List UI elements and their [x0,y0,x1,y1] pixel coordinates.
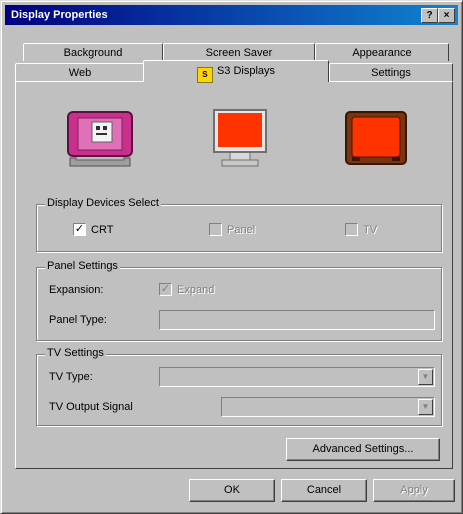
window-title: Display Properties [11,9,108,21]
help-button[interactable]: ? [421,8,438,23]
tv-display-icon[interactable] [344,108,408,171]
title-bar: Display Properties ? × [5,5,458,25]
tv-output-signal-dropdown[interactable]: ▼ [221,397,435,417]
tab-screen-saver[interactable]: Screen Saver [163,43,315,61]
close-button[interactable]: × [438,8,455,23]
display-devices-group: Display Devices Select ✓ CRT Panel TV [36,197,442,252]
tab-s3-displays-label: S3 Displays [216,65,276,77]
tab-strip: Background Screen Saver Appearance Web S… [15,35,455,85]
display-devices-label: Display Devices Select [45,197,161,209]
panel-display-icon[interactable] [212,108,268,171]
apply-button[interactable]: Apply [373,479,455,502]
crt-label: CRT [91,224,114,236]
tab-settings[interactable]: Settings [329,63,453,81]
panel-type-label: Panel Type: [49,314,107,326]
cancel-button[interactable]: Cancel [281,479,367,502]
panel-type-field[interactable] [159,310,435,330]
crt-checkbox[interactable]: ✓ [73,223,86,236]
tab-web[interactable]: Web [15,63,145,81]
tv-output-signal-label: TV Output Signal [49,401,133,413]
tv-type-label: TV Type: [49,371,93,383]
tv-label: TV [363,224,378,236]
panel-settings-group: Panel Settings Expansion: ✓ Expand Panel… [36,260,442,341]
advanced-settings-button[interactable]: Advanced Settings... [286,438,440,461]
s3-displays-panel: Display Devices Select ✓ CRT Panel TV Pa… [15,81,453,469]
panel-settings-label: Panel Settings [45,260,120,272]
expand-label: Expand [177,284,215,296]
ok-button[interactable]: OK [189,479,275,502]
tab-s3-displays[interactable]: S S3 Displays [143,60,329,83]
expansion-label: Expansion: [49,284,104,296]
tv-type-dropdown[interactable]: ▼ [159,367,435,387]
chevron-down-icon[interactable]: ▼ [418,399,433,415]
panel-checkbox[interactable] [209,223,222,236]
tab-background[interactable]: Background [23,43,163,61]
chevron-down-icon[interactable]: ▼ [418,369,433,385]
display-properties-window: Display Properties ? × Background Screen… [0,0,463,514]
tv-settings-group: TV Settings TV Type: ▼ TV Output Signal … [36,347,442,426]
expand-checkbox[interactable]: ✓ [159,283,172,296]
tv-checkbox[interactable] [345,223,358,236]
panel-label: Panel [227,224,256,236]
tab-appearance[interactable]: Appearance [315,43,449,61]
tv-settings-label: TV Settings [45,347,106,359]
s3-logo-icon: S [196,67,213,83]
crt-monitor-icon[interactable] [66,106,134,173]
